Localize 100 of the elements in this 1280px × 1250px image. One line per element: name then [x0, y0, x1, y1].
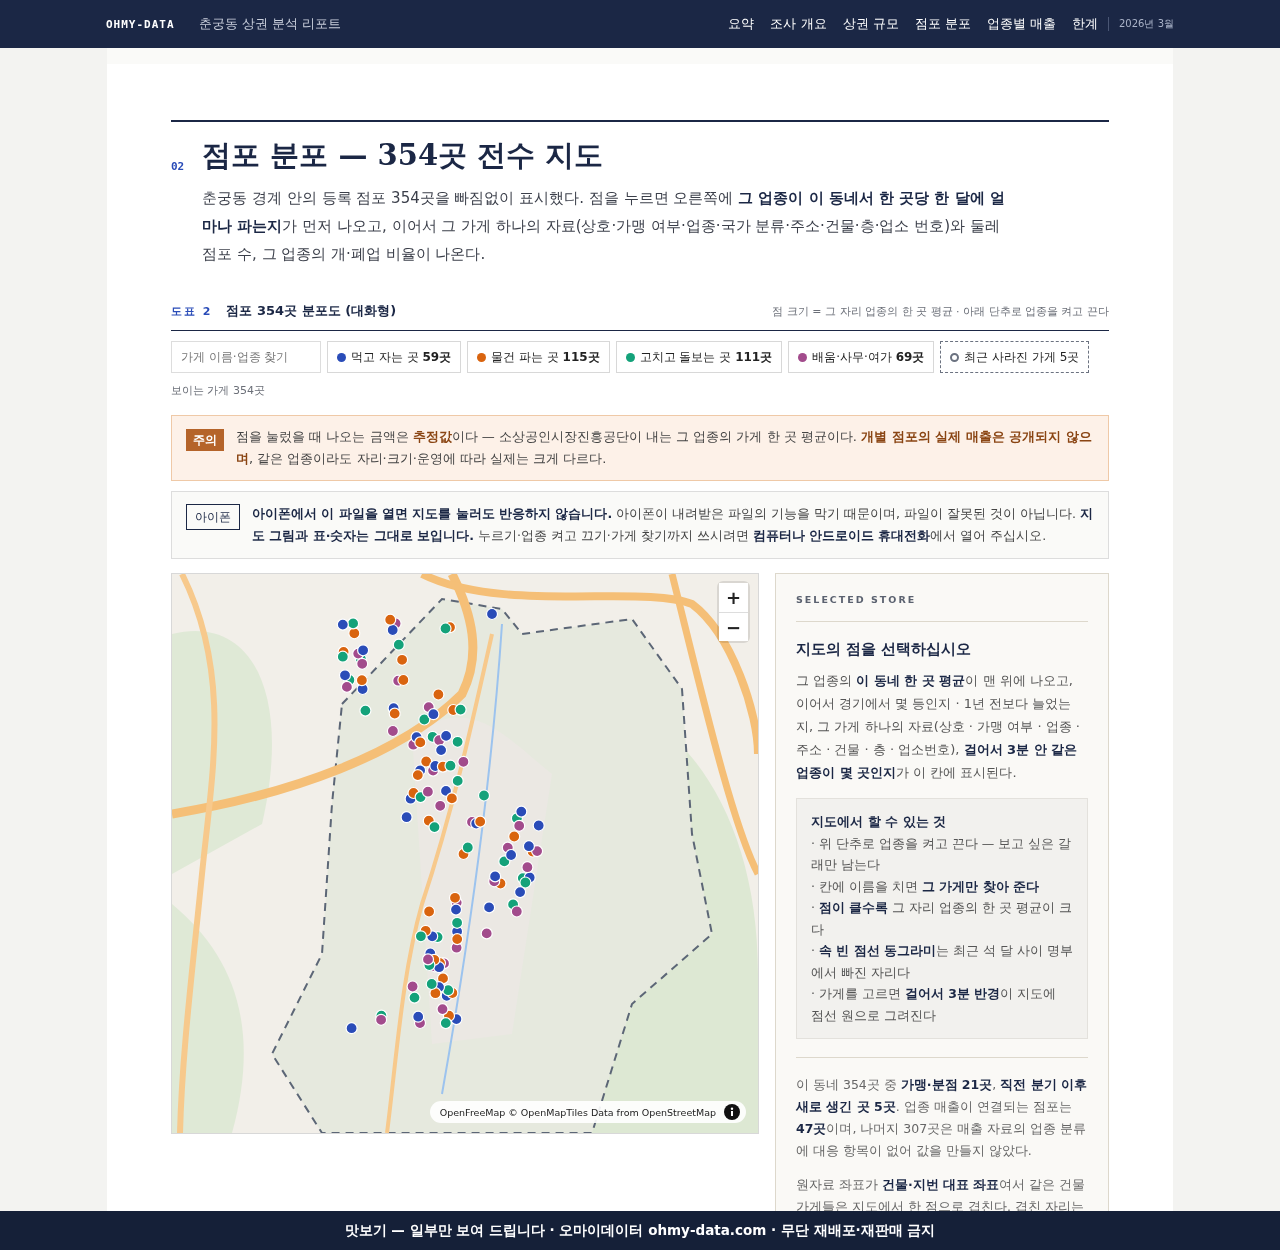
map-marker[interactable] — [474, 815, 487, 828]
map-marker[interactable] — [515, 805, 528, 818]
filter-chip[interactable]: 최근 사라진 가게 5곳 — [940, 341, 1090, 373]
map-marker[interactable] — [480, 927, 493, 940]
filter-chip[interactable]: 물건 파는 곳 115곳 — [467, 341, 610, 373]
map-marker[interactable] — [442, 984, 455, 997]
map-marker[interactable] — [338, 669, 352, 682]
map-marker[interactable] — [439, 1017, 452, 1030]
map-marker[interactable] — [444, 759, 457, 772]
tip-item: · 위 단추로 업종을 켜고 끈다 — 보고 싶은 갈래만 남는다 — [811, 834, 1073, 874]
map-marker[interactable] — [388, 707, 401, 720]
tip-item: · 속 빈 점선 동그라미는 최근 석 달 사이 명부에서 빠진 자리다 — [811, 942, 1073, 982]
map-marker[interactable] — [510, 905, 523, 918]
iphone-notice-text: 아이폰에서 이 파일을 열면 지도를 눌러도 반응하지 않습니다. 아이폰이 내려받은 파일의 기능을 막기 때문이며, 파일이 잘못된 것이 아닙니다. 지도 그림과 표·숫자는 그대로 보입니다. 누르기·업종 켜고 끄기·가게 찾기까지 쓰시려면 컴퓨터나 안드로이드 휴대전화에서 열어 주십시오. — [252, 505, 1094, 545]
map-marker[interactable] — [348, 627, 361, 640]
map-marker[interactable] — [408, 991, 421, 1004]
map-marker[interactable] — [359, 704, 372, 717]
map-marker[interactable] — [411, 769, 424, 782]
section-number: 02 — [171, 160, 185, 175]
map-marker[interactable] — [519, 876, 532, 889]
map-marker[interactable] — [531, 845, 544, 858]
filter-chip[interactable]: 배움·사무·여가 69곳 — [788, 341, 935, 373]
map-marker[interactable] — [392, 638, 405, 651]
map-marker[interactable] — [522, 840, 535, 853]
attribution-text: OpenFreeMap © OpenMapTiles Data from OpenStreetMap — [439, 1106, 716, 1118]
map-marker[interactable] — [414, 736, 427, 749]
map-marker[interactable] — [336, 650, 349, 663]
map-marker[interactable] — [406, 980, 419, 993]
map-marker[interactable] — [356, 657, 369, 670]
map-marker[interactable] — [461, 841, 474, 854]
map-marker[interactable] — [429, 987, 442, 1000]
map-marker[interactable] — [425, 977, 438, 991]
intro-paragraph: 춘궁동 경계 안의 등록 점포 354곳을 빠짐없이 표시했다. 점을 누르면 오른쪽에 그 업종이 이 동네서 한 곳당 한 달에 얼마나 파는지가 먼저 나오고, 이어서 그 가게 하나의 자료(상호·가맹 여부·업종·국가 분류·주소·건물·층·업소 번호)와 둘레 점포 수, 그 업종의 개·폐업 비율이 나온다. — [202, 188, 1006, 265]
map-marker[interactable] — [439, 622, 452, 635]
map-marker[interactable] — [451, 735, 464, 748]
map-marker[interactable] — [414, 930, 427, 943]
map-marker[interactable] — [400, 811, 413, 824]
map-marker[interactable] — [435, 744, 448, 757]
map-marker[interactable] — [451, 916, 464, 929]
map-marker[interactable] — [483, 901, 496, 914]
filter-chip[interactable]: 먹고 자는 곳 59곳 — [327, 341, 462, 373]
map-marker[interactable] — [508, 830, 521, 843]
map-marker[interactable] — [347, 617, 360, 630]
brand-logo[interactable]: OHMY-DATA — [106, 17, 175, 31]
map-marker[interactable] — [454, 703, 467, 716]
search-field[interactable]: 가게 이름·업종 찾기 — [171, 341, 321, 373]
map-marker[interactable] — [489, 870, 502, 883]
map-marker[interactable] — [396, 653, 409, 666]
map-marker[interactable] — [428, 821, 441, 834]
map-marker[interactable] — [432, 688, 445, 701]
section-title: 점포 분포 — 354곳 전수 지도 — [202, 137, 605, 174]
zoom-out-button[interactable]: − — [719, 612, 748, 641]
map-marker[interactable] — [521, 861, 534, 874]
map-marker[interactable] — [336, 618, 349, 631]
tip-item: · 칸에 이름을 치면 그 가게만 찾아 준다 — [811, 877, 1040, 896]
map-marker[interactable] — [457, 755, 470, 768]
map-marker[interactable] — [514, 886, 527, 899]
map-marker[interactable] — [451, 933, 464, 946]
map-marker[interactable] — [340, 680, 353, 693]
nav-link[interactable]: 점포 분포 — [914, 15, 971, 33]
map-marker[interactable] — [451, 774, 464, 787]
map-marker[interactable] — [445, 792, 458, 805]
map-marker[interactable] — [397, 673, 410, 687]
figure-title: 점포 354곳 분포도 (대화형) — [226, 302, 397, 320]
map-marker[interactable] — [421, 785, 434, 798]
map-marker[interactable] — [513, 819, 526, 832]
nav-link[interactable]: 조사 개요 — [770, 15, 827, 33]
map-marker[interactable] — [440, 729, 453, 742]
map-marker[interactable] — [427, 708, 440, 721]
map-marker[interactable] — [434, 799, 447, 812]
nav-link[interactable]: 요약 — [728, 15, 755, 33]
map-marker[interactable] — [421, 953, 435, 966]
map-marker[interactable] — [420, 755, 433, 768]
map-marker[interactable] — [436, 1003, 449, 1016]
map-marker[interactable] — [386, 724, 399, 738]
map-marker[interactable] — [485, 607, 499, 621]
map-marker[interactable] — [449, 903, 463, 916]
iphone-badge: 아이폰 — [186, 504, 240, 530]
map-marker[interactable] — [477, 789, 491, 802]
map-marker[interactable] — [384, 613, 397, 626]
map-marker[interactable] — [375, 1013, 388, 1026]
filter-chip[interactable]: 고치고 돌보는 곳 111곳 — [615, 341, 783, 373]
nav-link[interactable]: 업종별 매출 — [986, 15, 1056, 33]
nav-link[interactable]: 한계 — [1072, 15, 1098, 33]
map-marker[interactable] — [345, 1022, 358, 1035]
map-marker[interactable] — [439, 784, 453, 797]
map-marker[interactable] — [448, 891, 462, 904]
map-marker[interactable] — [423, 905, 436, 918]
report-date: 2026년 3월 — [1108, 17, 1174, 31]
map-marker[interactable] — [355, 674, 368, 687]
warning-badge: 주의 — [186, 429, 224, 451]
map-marker[interactable] — [412, 1010, 425, 1023]
stats-paragraph: 이 동네 354곳 중 가맹·분점 21곳, 직전 분기 이후 새로 생긴 곳 5곳. 업종 매출이 연결되는 점포는 47곳이며, 나머지 307곳은 매출 자료의 업종 분류에 대응 항목이 없어 값을 만들지 않았다. — [796, 1057, 1088, 1162]
map-marker[interactable] — [505, 848, 518, 862]
map-marker[interactable] — [386, 623, 399, 637]
map-marker[interactable] — [532, 819, 545, 832]
info-icon[interactable] — [724, 1104, 740, 1120]
map-marker[interactable] — [357, 644, 370, 657]
nav-link[interactable]: 상권 규모 — [842, 15, 899, 33]
map-marker[interactable] — [418, 713, 431, 726]
